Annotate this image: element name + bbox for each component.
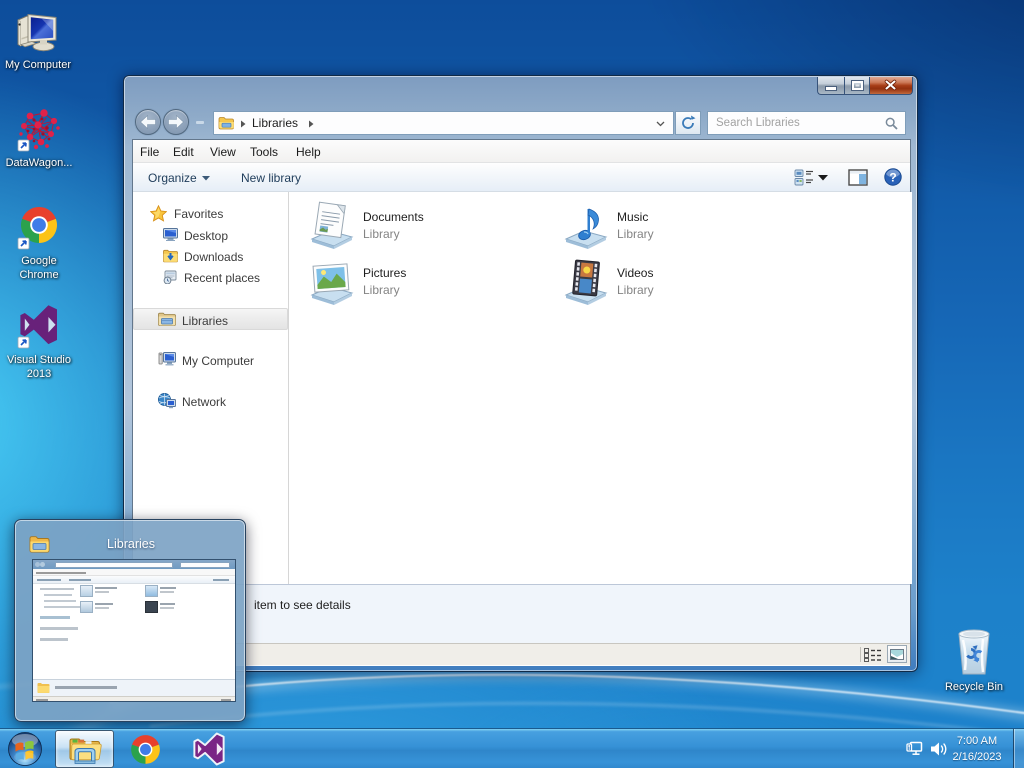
svg-text:?: ? [889, 170, 896, 184]
